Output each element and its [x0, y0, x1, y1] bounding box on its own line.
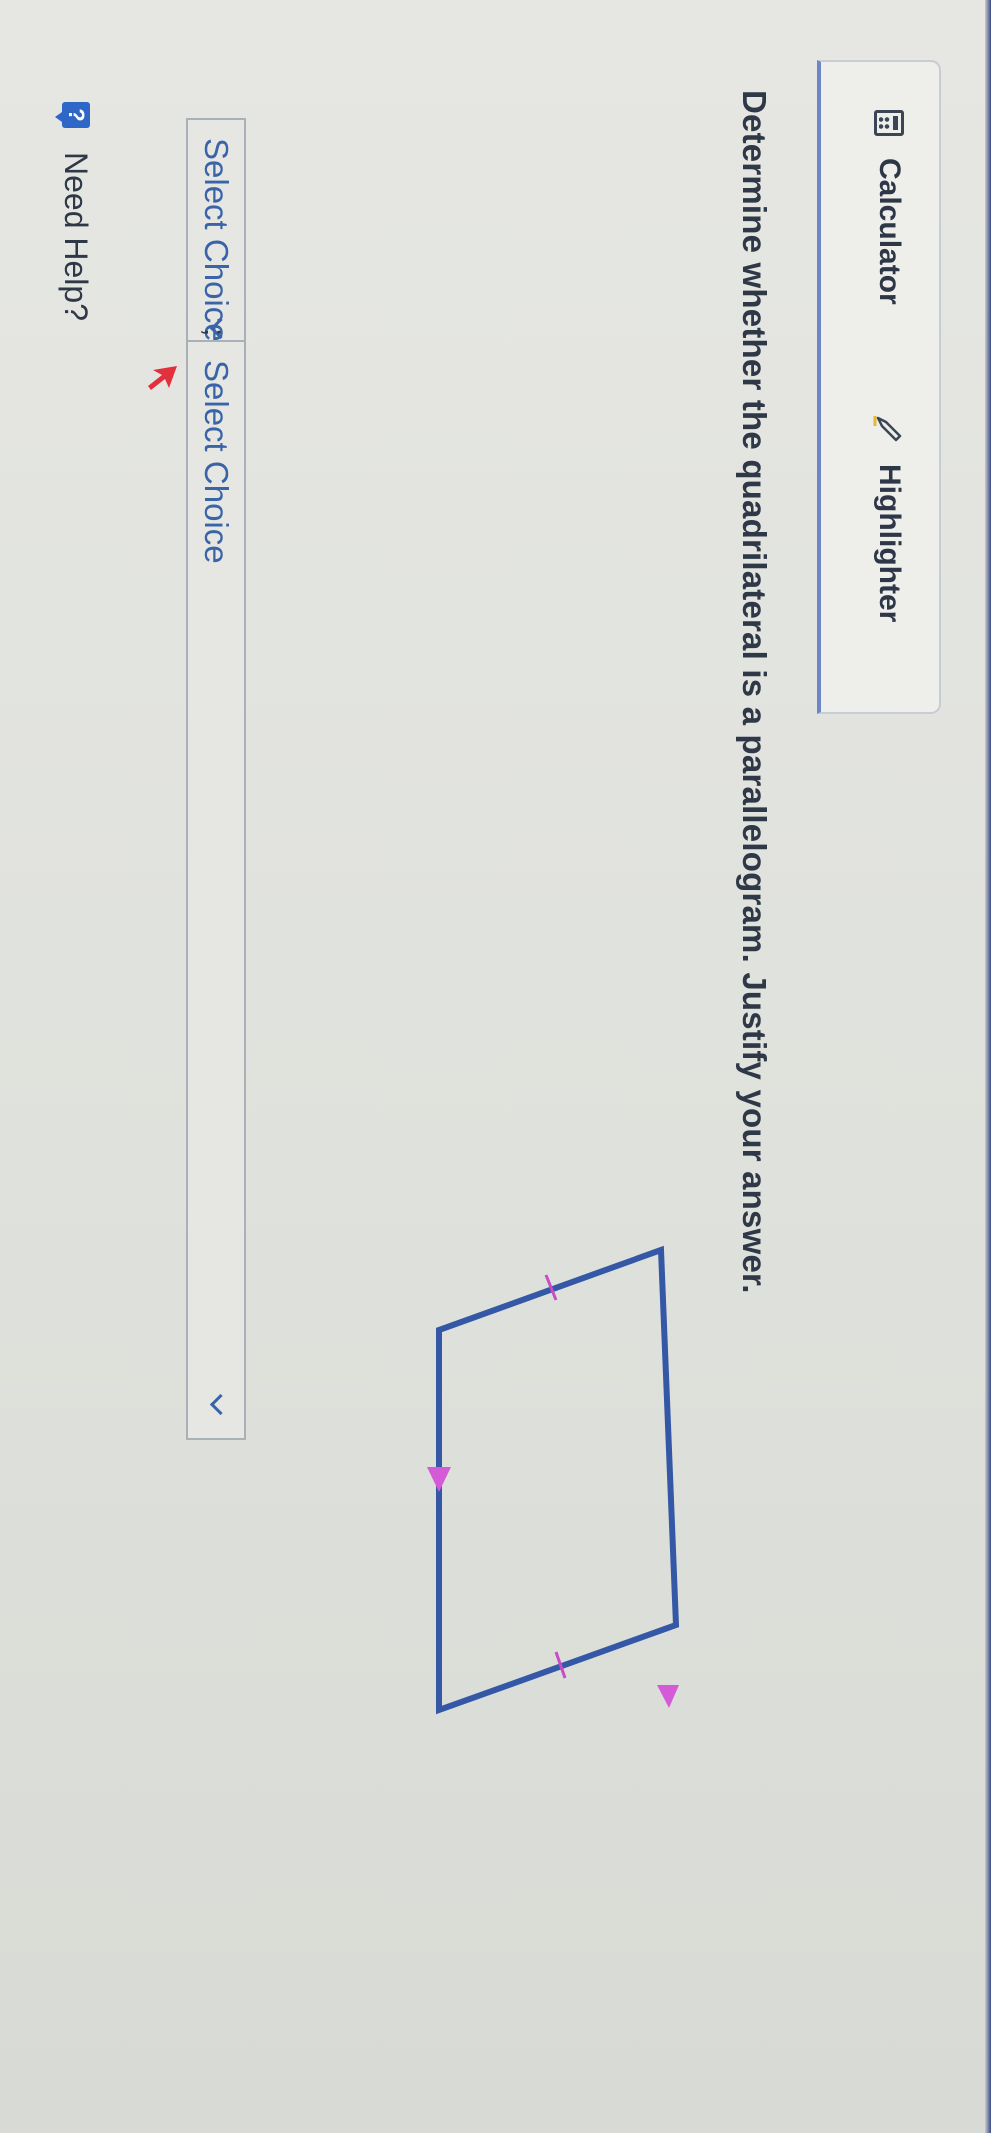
parallel-arrow-bottom [427, 1467, 451, 1492]
need-help-link[interactable]: ? Need Help? [56, 102, 96, 321]
screen: Calculator Highlighter Determine whether… [0, 0, 991, 2133]
choice-dropdown-2-value: Select Choice [198, 360, 235, 564]
chevron-down-icon [209, 1393, 232, 1416]
toolbar: Calculator Highlighter [817, 60, 941, 714]
parallel-arrow-top [657, 1685, 679, 1708]
choice-dropdown-1-value: Select Choice [198, 138, 235, 342]
screen-edge [985, 0, 991, 2133]
calculator-icon [874, 110, 904, 136]
help-icon: ? [62, 102, 90, 128]
quadrilateral-figure [427, 1245, 680, 1715]
choice-dropdown-2[interactable]: Select Choice [186, 340, 246, 1440]
highlighter-icon [873, 416, 902, 442]
calculator-label: Calculator [873, 158, 906, 305]
question-page: Calculator Highlighter Determine whether… [0, 0, 991, 2133]
calculator-button[interactable]: Calculator [869, 110, 909, 305]
mouse-cursor-icon [148, 366, 177, 390]
highlighter-label: Highlighter [873, 464, 906, 623]
separator: ; [198, 328, 231, 337]
highlighter-button[interactable]: Highlighter [869, 412, 909, 622]
choice-dropdown-1[interactable]: Select Choice [186, 118, 246, 350]
need-help-label: Need Help? [58, 152, 95, 321]
quadrilateral-outline [436, 1245, 680, 1715]
question-text: Determine whether the quadrilateral is a… [736, 90, 773, 1294]
